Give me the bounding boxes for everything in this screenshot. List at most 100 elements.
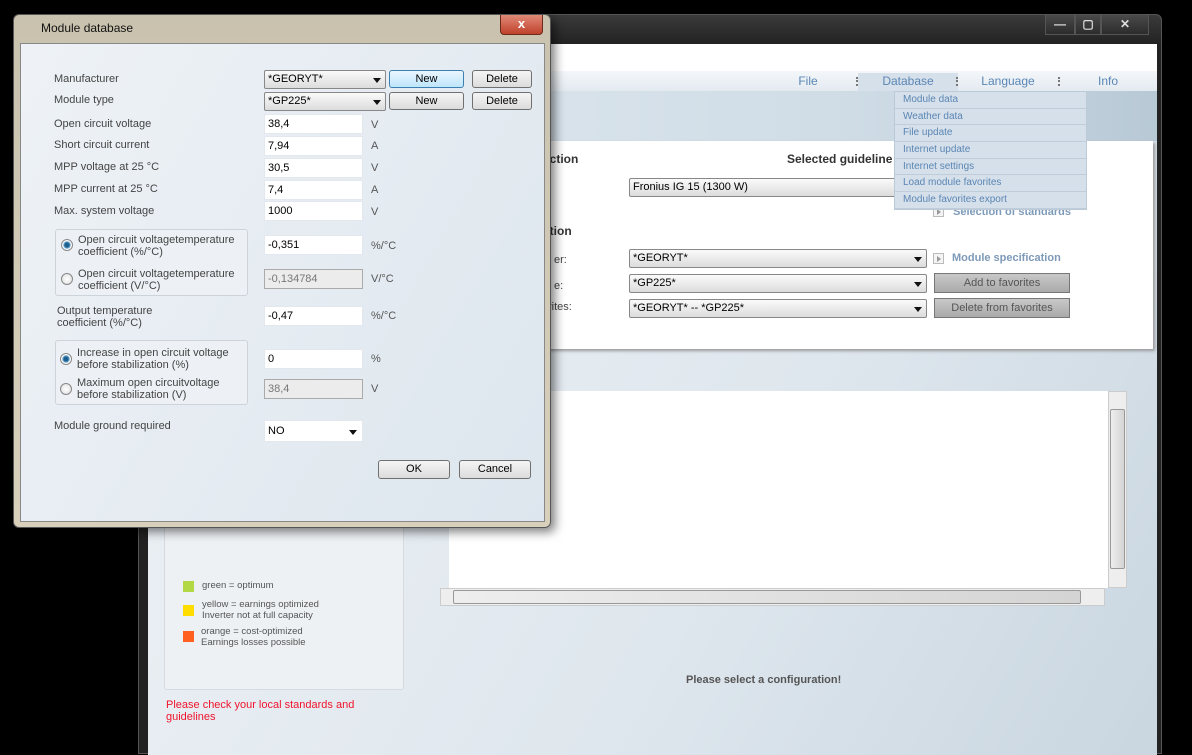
voc-percent-input[interactable]: -0,351 [264, 235, 363, 255]
module-ground-value: NO [268, 425, 285, 437]
max-voltage-input[interactable]: 38,4 [264, 379, 363, 399]
voc-volt-radio[interactable] [61, 273, 73, 285]
field-label: MPP current at 25 °C [54, 183, 158, 195]
module-database-dialog: Module database x Manufacturer *GEORYT* … [13, 14, 551, 528]
chevron-down-icon [914, 282, 922, 287]
delete-manufacturer-button[interactable]: Delete [472, 70, 532, 88]
menu-item-favorites-export[interactable]: Module favorites export [895, 192, 1086, 209]
menu-item-module-data[interactable]: Module data [895, 92, 1086, 109]
field-label: Open circuit voltage [54, 118, 152, 130]
open-circuit-voltage-input[interactable]: 38,4 [264, 114, 363, 134]
module-specification-link[interactable]: Module specification [952, 252, 1061, 264]
favorites-select[interactable]: *GEORYT* -- *GP225* [629, 299, 927, 318]
menu-item-file-update[interactable]: File update [895, 125, 1086, 143]
chevron-down-icon [373, 100, 381, 105]
favorites-label: rites: [548, 301, 572, 313]
minimize-button[interactable]: — [1045, 15, 1075, 35]
chevron-down-icon [914, 257, 922, 262]
voc-volt-input[interactable]: -0,134784 [264, 269, 363, 289]
vertical-scrollbar[interactable] [1108, 391, 1127, 588]
menu-item-weather-data[interactable]: Weather data [895, 109, 1086, 126]
unit-label: V [371, 162, 379, 174]
max-system-voltage-input[interactable]: 1000 [264, 201, 363, 221]
manufacturer-select[interactable]: *GEORYT* [629, 249, 927, 268]
ok-button[interactable]: OK [378, 460, 450, 479]
module-type-select[interactable]: *GP225* [264, 92, 386, 111]
chevron-down-icon [914, 307, 922, 312]
horizontal-scrollbar[interactable] [440, 588, 1105, 606]
radio-label: Maximum open circuitvoltage before stabi… [77, 377, 220, 401]
unit-label: %/°C [371, 310, 397, 322]
scroll-thumb[interactable] [453, 590, 1081, 604]
module-ground-select[interactable]: NO [264, 420, 363, 442]
new-manufacturer-button[interactable]: New [389, 70, 464, 88]
module-select[interactable]: *GP225* [629, 274, 927, 293]
max-voltage-radio[interactable] [60, 383, 72, 395]
inverter-value: Fronius IG 15 (1300 W) [633, 181, 748, 193]
radio-label: Open circuit voltagetemperature coeffici… [78, 268, 235, 292]
yellow-swatch [183, 605, 194, 616]
menu-database[interactable]: Database [858, 73, 958, 91]
green-swatch [183, 581, 194, 592]
orange-swatch [183, 631, 194, 642]
field-label: MPP voltage at 25 °C [54, 161, 160, 173]
cancel-button[interactable]: Cancel [459, 460, 531, 479]
unit-label: V [371, 206, 379, 218]
unit-label: V/°C [371, 273, 394, 285]
field-label: Short circuit current [54, 139, 150, 151]
voc-percent-radio[interactable] [61, 239, 73, 251]
short-circuit-current-input[interactable]: 7,94 [264, 136, 363, 156]
dialog-body: Manufacturer *GEORYT* New Delete Module … [20, 43, 545, 522]
unit-label: V [371, 383, 379, 395]
delete-module-type-button[interactable]: Delete [472, 92, 532, 110]
legend-text: Inverter not at full capacity [202, 610, 313, 621]
module-value: *GP225* [633, 277, 676, 289]
radio-label: Increase in open circuit voltage before … [77, 347, 229, 371]
delete-from-favorites-button[interactable]: Delete from favorites [934, 298, 1070, 318]
manufacturer-label: er: [554, 254, 567, 266]
chevron-down-icon [373, 78, 381, 83]
menu-item-load-favorites[interactable]: Load module favorites [895, 175, 1086, 193]
maximize-button[interactable]: ▢ [1075, 15, 1101, 35]
favorites-value: *GEORYT* -- *GP225* [633, 302, 745, 314]
menu-language[interactable]: Language [968, 73, 1048, 91]
dialog-close-button[interactable]: x [500, 15, 543, 35]
menu-separator [956, 77, 958, 86]
add-to-favorites-button[interactable]: Add to favorites [934, 273, 1070, 293]
dialog-title: Module database [41, 21, 134, 35]
unit-label: A [371, 184, 379, 196]
increase-percent-input[interactable]: 0 [264, 349, 363, 369]
radio-label: Open circuit voltagetemperature coeffici… [78, 234, 235, 258]
menu-separator [1058, 77, 1060, 86]
new-module-type-button[interactable]: New [389, 92, 464, 110]
manufacturer-label: Manufacturer [54, 73, 119, 85]
module-label: e: [554, 280, 564, 292]
menu-info[interactable]: Info [1088, 73, 1128, 91]
legend-text: Earnings losses possible [201, 637, 306, 648]
menu-item-internet-settings[interactable]: Internet settings [895, 159, 1086, 176]
unit-label: % [371, 353, 381, 365]
menu-item-internet-update[interactable]: Internet update [895, 142, 1086, 159]
database-dropdown-menu: Module data Weather data File update Int… [894, 91, 1087, 210]
expand-arrow-icon[interactable] [933, 253, 944, 264]
manufacturer-select[interactable]: *GEORYT* [264, 70, 386, 89]
module-type-label: Module type [54, 94, 114, 106]
close-button[interactable]: ✕ [1101, 15, 1149, 35]
module-ground-label: Module ground required [54, 420, 171, 432]
field-label: Max. system voltage [54, 205, 155, 217]
manufacturer-value: *GEORYT* [268, 73, 323, 85]
chevron-down-icon [349, 430, 357, 435]
selected-guidelines-label: Selected guideline [787, 152, 893, 166]
standards-warning: Please check your local standards and gu… [166, 699, 355, 723]
mpp-current-input[interactable]: 7,4 [264, 180, 363, 200]
status-message: Please select a configuration! [686, 674, 842, 686]
inverter-select[interactable]: Fronius IG 15 (1300 W) [629, 178, 929, 197]
legend-text: green = optimum [202, 580, 274, 591]
scroll-thumb[interactable] [1110, 409, 1125, 569]
unit-label: V [371, 119, 379, 131]
manufacturer-value: *GEORYT* [633, 252, 688, 264]
increase-percent-radio[interactable] [60, 353, 72, 365]
menu-file[interactable]: File [788, 73, 828, 91]
output-coefficient-input[interactable]: -0,47 [264, 306, 363, 326]
mpp-voltage-input[interactable]: 30,5 [264, 158, 363, 178]
